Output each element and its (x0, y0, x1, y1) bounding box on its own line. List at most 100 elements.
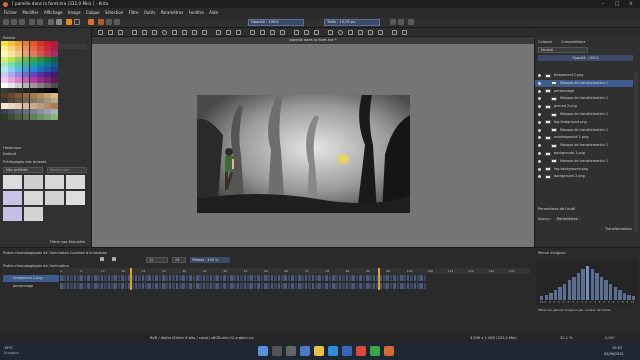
onion-skin-bar[interactable] (595, 273, 599, 300)
keyframe-cell[interactable] (308, 275, 311, 281)
keyframe-cell[interactable] (304, 283, 308, 289)
brush-preset[interactable] (24, 175, 43, 189)
layer-row[interactable]: fog foreground.png (535, 119, 633, 126)
keyframe-cell[interactable] (87, 283, 90, 289)
keyframe-cell[interactable] (400, 275, 403, 281)
onion-skin-bar[interactable] (572, 276, 576, 300)
menu-item[interactable]: Fenêtre (189, 8, 204, 17)
mirror-vertical-icon[interactable] (398, 19, 404, 25)
start-icon[interactable] (258, 346, 268, 356)
keyframe-cell[interactable] (124, 283, 128, 289)
keyframe-cell[interactable] (189, 275, 192, 281)
keyframe-cell[interactable] (359, 275, 362, 281)
keyframe-cell[interactable] (396, 283, 400, 289)
keyframe-cell[interactable] (406, 283, 410, 289)
keyframe-cell[interactable] (66, 275, 70, 281)
keyframe-cell[interactable] (70, 283, 73, 289)
keyframe-cell[interactable] (345, 275, 349, 281)
keyframe-cell[interactable] (182, 283, 185, 289)
layers-scrollbar[interactable] (634, 72, 638, 232)
keyframe-cell[interactable] (179, 283, 182, 289)
onion-skin-bar[interactable] (563, 283, 567, 300)
keyframe-cell[interactable] (168, 275, 172, 281)
keyframe-cell[interactable] (352, 283, 355, 289)
keyframe-cell[interactable] (179, 275, 182, 281)
keyframe-cell[interactable] (270, 283, 274, 289)
visibility-icon[interactable] (538, 152, 541, 155)
tab-animation-timeline[interactable]: Pistes chronologiques de l'animation (3, 251, 69, 255)
wrap-around-icon[interactable] (408, 19, 414, 25)
tab-preview[interactable]: Aperçu (538, 217, 551, 221)
keyframe-cell[interactable] (104, 275, 107, 281)
keyframe-cell[interactable] (145, 283, 148, 289)
keyframe-cell[interactable] (274, 275, 277, 281)
pattern-icon[interactable] (56, 19, 62, 25)
keyframe-cell[interactable] (413, 283, 417, 289)
onion-skin-bar[interactable] (540, 296, 544, 300)
keyframe-cell[interactable] (192, 275, 196, 281)
keyframe-cell[interactable] (355, 275, 359, 281)
keyframe-cell[interactable] (94, 275, 97, 281)
freehand-path-icon[interactable] (202, 30, 207, 35)
visibility-icon[interactable] (538, 175, 541, 179)
keyframe-cell[interactable] (165, 275, 168, 281)
keyframe-cell[interactable] (206, 283, 209, 289)
keyframe-cell[interactable] (196, 283, 199, 289)
keyframe-cell[interactable] (311, 283, 315, 289)
brush-search-input[interactable]: Rechercher (47, 167, 87, 173)
contiguous-select-icon[interactable] (368, 30, 373, 35)
keyframe-cell[interactable] (417, 283, 420, 289)
blend-mode-icon[interactable] (114, 19, 120, 25)
tag-dropdown[interactable]: Mes préférés (3, 167, 43, 173)
keyframe-cell[interactable] (274, 283, 277, 289)
keyframe-cell[interactable] (70, 275, 73, 281)
keyframe-cell[interactable] (284, 275, 287, 281)
visibility-icon[interactable] (538, 144, 541, 148)
keyframe-cell[interactable] (257, 283, 260, 289)
menu-item[interactable]: Outils (144, 8, 156, 17)
keyframe-cell[interactable] (134, 283, 138, 289)
palette-swatch[interactable] (51, 113, 59, 120)
keyframe-cell[interactable] (145, 275, 148, 281)
keyframe-cell[interactable] (223, 275, 226, 281)
keyframe-cell[interactable] (359, 283, 362, 289)
keyframe-cell[interactable] (60, 275, 63, 281)
layer-opacity-slider[interactable]: Opacité : 100% (538, 55, 633, 61)
menu-item[interactable]: Filtre (129, 8, 139, 17)
redo-icon[interactable] (37, 19, 43, 25)
layer-row[interactable]: personnage (535, 88, 633, 95)
keyframe-cell[interactable] (97, 275, 100, 281)
palette-swatch[interactable] (8, 113, 15, 120)
brush-tool-icon[interactable] (132, 30, 137, 35)
brush-preset[interactable] (24, 207, 43, 221)
menu-item[interactable]: Aide (209, 8, 218, 17)
visibility-icon[interactable] (538, 120, 541, 124)
keyframe-cell[interactable] (199, 275, 202, 281)
keyframe-cell[interactable] (349, 275, 352, 281)
background-color-swatch[interactable] (74, 19, 80, 25)
palette-swatch[interactable] (1, 113, 8, 120)
zoom-tool-icon[interactable] (392, 30, 397, 35)
keyframe-cell[interactable] (124, 275, 128, 281)
keyframe-cell[interactable] (83, 275, 87, 281)
keyframe-cell[interactable] (287, 275, 291, 281)
keyframe-cell[interactable] (243, 275, 247, 281)
keyframe-cell[interactable] (243, 283, 247, 289)
keyframe-cell[interactable] (325, 283, 328, 289)
tab-compositions[interactable]: Compositions (561, 40, 585, 44)
keyframe-cell[interactable] (216, 275, 219, 281)
open-file-icon[interactable] (11, 19, 17, 25)
size-slider[interactable]: Taille : 10,00 px (324, 19, 380, 26)
keyframe-cell[interactable] (342, 275, 345, 281)
keyframe-cell[interactable] (219, 275, 223, 281)
keyframe-cell[interactable] (111, 275, 114, 281)
keyframe-cell[interactable] (230, 275, 233, 281)
keyframe-cell[interactable] (335, 283, 338, 289)
keyframe-cell[interactable] (107, 283, 111, 289)
keyframe-cell[interactable] (413, 275, 417, 281)
track-name[interactable]: personnage (3, 283, 59, 290)
keyframe-cell[interactable] (202, 275, 206, 281)
keyframe-cell[interactable] (294, 275, 298, 281)
keyframe-cell[interactable] (104, 283, 107, 289)
keyframe-cell[interactable] (226, 283, 230, 289)
